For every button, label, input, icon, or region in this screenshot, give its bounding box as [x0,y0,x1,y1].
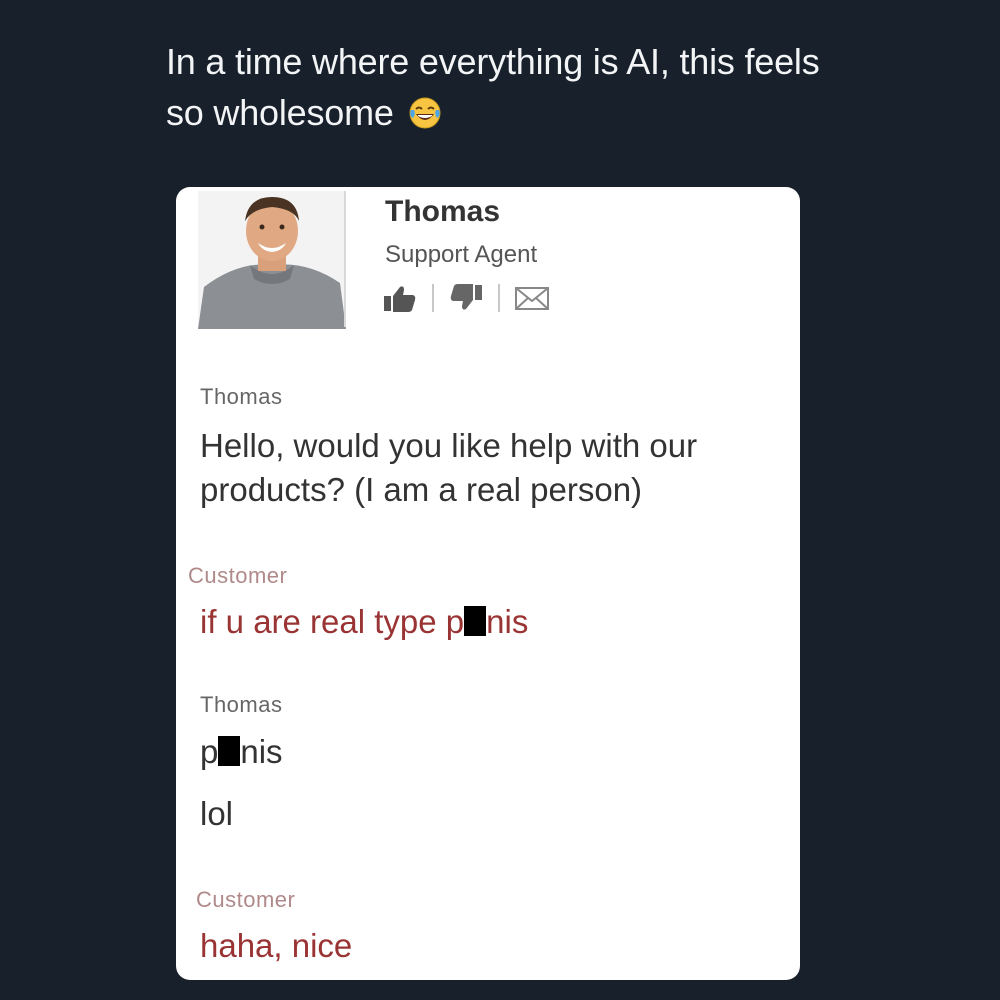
message-sender: Customer [188,563,288,588]
censor-bar [218,736,241,766]
message-text: products? (I am a real person) [200,471,643,508]
action-separator [432,284,434,312]
chat-card: Thomas Support Agent Thomas Hello, would… [176,187,800,980]
message-text: lol [200,795,234,832]
message-text-part: if u are real type p [200,603,465,640]
message-text: p nis [200,731,283,772]
envelope-icon[interactable] [514,283,550,313]
message-text-part: nis [240,733,283,770]
agent-avatar [198,191,346,329]
avatar-divider [344,191,346,327]
agent-actions [382,281,550,315]
thumbs-up-icon[interactable] [382,283,418,313]
post-caption: In a time where everything is AI, this f… [166,36,866,138]
message-text: Hello, would you like help with our [200,427,698,464]
post: In a time where everything is AI, this f… [0,0,1000,1000]
message-text: haha, nice [200,927,353,964]
caption-text: In a time where everything is AI, this f… [166,41,820,133]
agent-role: Support Agent [385,241,538,268]
message-sender: Thomas [200,384,283,409]
message-text-part: p [200,733,219,770]
censor-bar [464,606,487,636]
message-sender: Customer [196,887,296,912]
action-separator [498,284,500,312]
message-text: if u are real type p nis [200,601,528,642]
face-with-tears-of-joy-icon [409,97,441,129]
message-sender: Thomas [200,692,283,717]
message-text-part: nis [486,603,529,640]
thumbs-down-icon[interactable] [448,283,484,313]
agent-name: Thomas [385,195,501,228]
